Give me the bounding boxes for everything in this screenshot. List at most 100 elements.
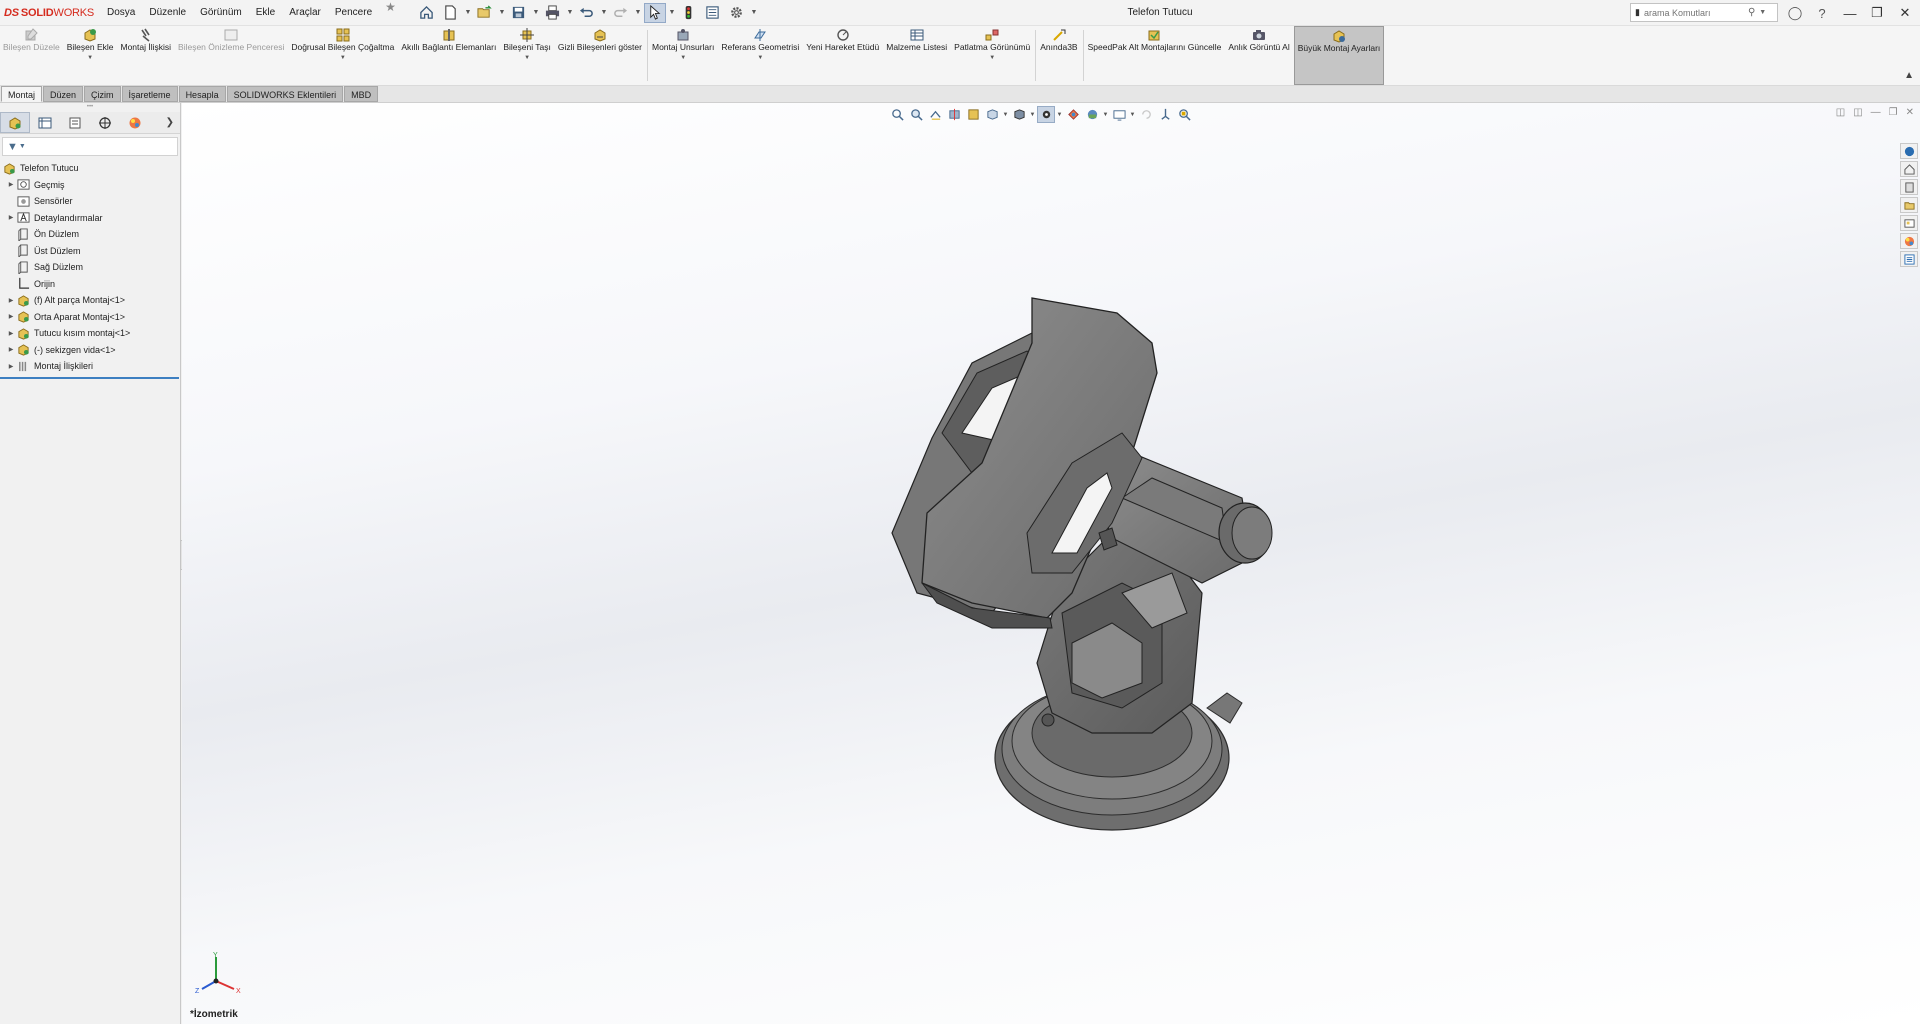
close-window-icon[interactable]: ✕ <box>1890 0 1920 26</box>
pin-menu-icon[interactable]: ★ <box>379 0 402 26</box>
undo-dropdown-icon[interactable]: ▼ <box>600 9 608 16</box>
user-account-icon[interactable]: ◯ <box>1786 4 1804 22</box>
options-dropdown-icon[interactable]: ▼ <box>750 9 758 16</box>
search-dropdown-icon[interactable]: ▼ <box>1759 9 1766 16</box>
tree-item-alt-parca-montaj[interactable]: ▶ (f) Alt parça Montaj<1> <box>0 292 180 309</box>
view-palette-icon[interactable] <box>1900 215 1918 231</box>
tree-item-sekizgen-vida[interactable]: ▶ (-) sekizgen vida<1> <box>0 342 180 359</box>
tree-item-on-duzlem[interactable]: Ön Düzlem <box>0 226 180 243</box>
print-icon[interactable] <box>542 3 564 23</box>
save-dropdown-icon[interactable]: ▼ <box>532 9 540 16</box>
display-style-dropdown-icon[interactable]: ▼ <box>1029 112 1036 118</box>
exploded-view-button[interactable]: Patlatma Görünümü ▼ <box>951 26 1034 85</box>
new-motion-study-button[interactable]: Yeni Hareket Etüdü <box>803 26 883 85</box>
expand-arrow-icon[interactable]: ▶ <box>6 330 16 337</box>
open-icon[interactable] <box>474 3 496 23</box>
tree-item-orta-aparat-montaj[interactable]: ▶ Orta Aparat Montaj<1> <box>0 309 180 326</box>
search-commands-input[interactable] <box>1643 7 1744 18</box>
graphics-area[interactable]: ▼ ▼ ▼ ▼ ▼ ◫ ◫ — ❐ ✕ Y X Z *İzometrik <box>182 103 1920 1024</box>
home-icon[interactable] <box>416 3 438 23</box>
traffic-light-icon[interactable] <box>678 3 700 23</box>
appearances-icon[interactable] <box>1900 233 1918 249</box>
tree-item-sensorler[interactable]: Sensörler <box>0 193 180 210</box>
viewport-split-icon[interactable]: ◫ <box>1853 107 1862 118</box>
chevron-right-icon[interactable]: ❯ <box>166 117 174 128</box>
tree-item-tutucu-kisim-montaj[interactable]: ▶ Tutucu kısım montaj<1> <box>0 325 180 342</box>
view-orientation-icon[interactable] <box>983 106 1001 123</box>
tab-montaj[interactable]: Montaj <box>1 86 43 102</box>
dynamic-annotation-icon[interactable] <box>964 106 982 123</box>
assembly-features-button[interactable]: Montaj Unsurları ▼ <box>649 26 718 85</box>
zoom-to-fit-icon[interactable] <box>888 106 906 123</box>
insert-component-button[interactable]: Bileşen Ekle ▼ <box>64 26 118 85</box>
custom-properties-icon[interactable] <box>1900 251 1918 267</box>
mate-button[interactable]: Montaj İlişkisi <box>117 26 175 85</box>
viewport-tile-icon[interactable]: ◫ <box>1836 107 1845 118</box>
linear-pattern-button[interactable]: Doğrusal Bileşen Çoğaltma ▼ <box>288 26 398 85</box>
chevron-down-icon[interactable]: ▼ <box>87 54 93 64</box>
view-settings-icon[interactable] <box>1110 106 1128 123</box>
chevron-down-icon[interactable]: ▼ <box>340 54 346 64</box>
show-hidden-components-button[interactable]: Gizli Bileşenleri göster <box>555 26 646 85</box>
rotate-view-icon[interactable] <box>1137 106 1155 123</box>
configuration-manager-tab-icon[interactable] <box>60 112 90 133</box>
chevron-down-icon[interactable]: ▼ <box>989 54 995 64</box>
rollback-bar[interactable] <box>0 376 179 379</box>
home-icon[interactable] <box>1900 161 1918 177</box>
zoom-to-selection-icon[interactable] <box>1175 106 1193 123</box>
panel-grip[interactable]: ••• <box>0 103 180 112</box>
tree-item-detaylandirmalar[interactable]: ▶ Detaylandırmalar <box>0 210 180 227</box>
collapse-ribbon-icon[interactable]: ▲ <box>1904 70 1914 81</box>
reference-geometry-button[interactable]: Referans Geometrisi ▼ <box>718 26 803 85</box>
tab-hesapla[interactable]: Hesapla <box>178 86 226 102</box>
help-icon[interactable]: ? <box>1813 4 1831 22</box>
apply-scene-icon[interactable] <box>1083 106 1101 123</box>
tree-item-orijin[interactable]: Orijin <box>0 276 180 293</box>
menu-araclar[interactable]: Araçlar <box>282 0 328 26</box>
new-dropdown-icon[interactable]: ▼ <box>464 9 472 16</box>
options-gear-icon[interactable] <box>726 3 748 23</box>
tab-solidworks-eklentileri[interactable]: SOLIDWORKS Eklentileri <box>226 86 344 102</box>
move-component-button[interactable]: Bileşeni Taşı ▼ <box>500 26 555 85</box>
select-arrow-icon[interactable] <box>643 2 666 23</box>
expand-arrow-icon[interactable]: ▶ <box>6 346 16 353</box>
tree-item-montaj-iliskileri[interactable]: ▶ Montaj İlişkileri <box>0 358 180 375</box>
print-dropdown-icon[interactable]: ▼ <box>566 9 574 16</box>
tree-item-gecmis[interactable]: ▶ Geçmiş <box>0 177 180 194</box>
restore-window-icon[interactable]: ❐ <box>1862 0 1892 26</box>
expand-arrow-icon[interactable]: ▶ <box>6 313 16 320</box>
chevron-down-icon[interactable]: ▼ <box>680 54 686 64</box>
select-dropdown-icon[interactable]: ▼ <box>668 9 676 16</box>
viewport-close-icon[interactable]: ✕ <box>1906 107 1914 118</box>
apply-scene-dropdown-icon[interactable]: ▼ <box>1102 112 1109 118</box>
search-commands-box[interactable]: ▮ ⚲ ▼ <box>1630 3 1778 22</box>
speedpak-update-button[interactable]: SpeedPak Alt Montajlarını Güncelle <box>1085 26 1226 85</box>
bill-of-materials-button[interactable]: Malzeme Listesi <box>883 26 951 85</box>
tree-item-sag-duzlem[interactable]: Sağ Düzlem <box>0 259 180 276</box>
view-settings-dropdown-icon[interactable]: ▼ <box>1129 112 1136 118</box>
hide-show-items-icon[interactable] <box>1037 106 1055 123</box>
phone-holder-3d-model[interactable] <box>822 283 1382 843</box>
edit-appearance-icon[interactable] <box>1064 106 1082 123</box>
solidworks-resources-icon[interactable] <box>1900 143 1918 159</box>
menu-dosya[interactable]: Dosya <box>100 0 142 26</box>
dimxpert-manager-tab-icon[interactable] <box>90 112 120 133</box>
display-style-icon[interactable] <box>1010 106 1028 123</box>
hide-show-dropdown-icon[interactable]: ▼ <box>1056 112 1063 118</box>
expand-arrow-icon[interactable]: ▶ <box>6 181 16 188</box>
take-snapshot-button[interactable]: Anlık Görüntü Al <box>1225 26 1293 85</box>
zoom-to-area-icon[interactable] <box>907 106 925 123</box>
large-assembly-settings-button[interactable]: Büyük Montaj Ayarları <box>1293 26 1385 85</box>
file-properties-icon[interactable] <box>702 3 724 23</box>
smart-fasteners-button[interactable]: Akıllı Bağlantı Elemanları <box>398 26 500 85</box>
minimize-window-icon[interactable]: — <box>1835 0 1865 26</box>
chevron-down-icon[interactable]: ▼ <box>757 54 763 64</box>
viewport-restore-icon[interactable]: ❐ <box>1889 107 1898 118</box>
tab-isaretleme[interactable]: İşaretleme <box>121 86 178 102</box>
display-manager-tab-icon[interactable] <box>120 112 150 133</box>
tree-root[interactable]: Telefon Tutucu <box>0 160 180 177</box>
tab-cizim[interactable]: Çizim <box>84 86 121 102</box>
tree-filter-icon[interactable]: ▼ ▼ <box>2 137 178 156</box>
tab-mbd[interactable]: MBD <box>344 86 379 102</box>
viewport-minimize-icon[interactable]: — <box>1871 107 1881 118</box>
